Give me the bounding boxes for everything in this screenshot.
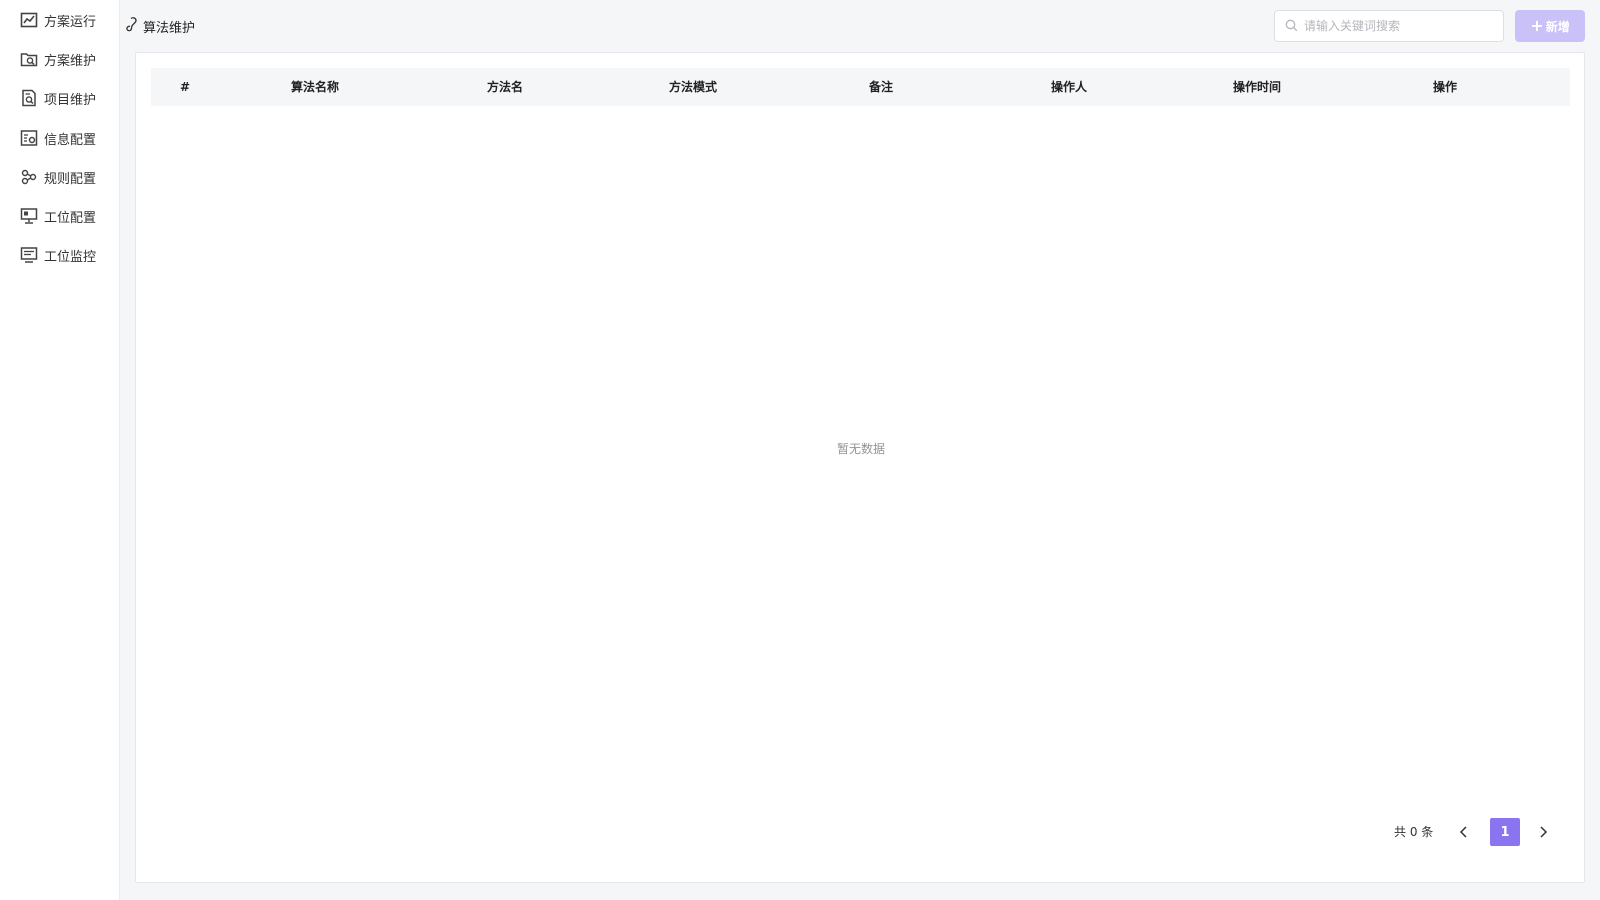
sidebar-item-label: 工位监控 (44, 249, 97, 265)
pagination-next-button[interactable] (1533, 818, 1553, 846)
sidebar-item-label: 方案运行 (44, 14, 97, 30)
column-header-actions[interactable]: 操作 (1433, 68, 1457, 106)
column-header-method-mode[interactable]: 方法模式 (669, 68, 717, 106)
pagination-total: 共 0 条 (1394, 825, 1434, 839)
table-header: # 算法名称 方法名 方法模式 备注 操作人 操作时间 操作 (151, 68, 1570, 106)
sidebar-item-label: 信息配置 (44, 132, 97, 148)
trend-chart-icon (20, 11, 38, 29)
sidebar-item-info-config[interactable]: 信息配置 (20, 126, 96, 150)
table-card: # 算法名称 方法名 方法模式 备注 操作人 操作时间 操作 暂无数据 共 0 … (135, 52, 1585, 883)
pagination-page-button[interactable]: 1 (1490, 818, 1520, 846)
chevron-right-icon (1540, 826, 1548, 838)
algorithm-icon (125, 16, 143, 36)
add-button[interactable]: + 新增 (1515, 10, 1585, 42)
sidebar-item-workstation-config[interactable]: 工位配置 (20, 204, 96, 228)
sidebar-item-plan-run[interactable]: 方案运行 (20, 8, 96, 32)
document-search-icon (20, 89, 38, 107)
page-title-text: 算法维护 (143, 20, 196, 36)
sidebar-item-label: 工位配置 (44, 210, 97, 226)
search-icon (1285, 17, 1304, 36)
chevron-left-icon (1459, 826, 1467, 838)
column-header-algo-name[interactable]: 算法名称 (291, 68, 339, 106)
sidebar-item-label: 项目维护 (44, 92, 97, 108)
sidebar-item-label: 方案维护 (44, 53, 97, 69)
add-button-label: 新增 (1545, 19, 1570, 34)
empty-state-text: 暂无数据 (836, 442, 885, 456)
workstation-monitor-icon (20, 207, 38, 225)
sidebar-item-workstation-monitor[interactable]: 工位监控 (20, 243, 96, 267)
column-header-operator[interactable]: 操作人 (1051, 68, 1087, 106)
monitor-list-icon (20, 246, 38, 264)
column-header-remark[interactable]: 备注 (869, 68, 893, 106)
column-header-index[interactable]: # (180, 68, 190, 106)
sidebar-item-rule-config[interactable]: 规则配置 (20, 165, 96, 189)
search-input[interactable] (1304, 19, 1494, 33)
pagination-prev-button[interactable] (1454, 818, 1474, 846)
column-header-op-time[interactable]: 操作时间 (1233, 68, 1281, 106)
plus-icon: + (1530, 16, 1544, 35)
folder-search-icon (20, 50, 38, 68)
sidebar-item-plan-maintain[interactable]: 方案维护 (20, 47, 96, 71)
sidebar-item-project-maintain[interactable]: 项目维护 (20, 86, 96, 110)
info-settings-icon (20, 129, 38, 147)
sidebar: 方案运行 方案维护 项目维护 信息配置 规则配置 工位配置 工位监控 (0, 0, 120, 900)
search-box[interactable] (1274, 10, 1504, 42)
page-title: 算法维护 (125, 16, 195, 36)
sidebar-item-label: 规则配置 (44, 171, 97, 187)
rules-nodes-icon (20, 168, 38, 186)
column-header-method-name[interactable]: 方法名 (487, 68, 523, 106)
